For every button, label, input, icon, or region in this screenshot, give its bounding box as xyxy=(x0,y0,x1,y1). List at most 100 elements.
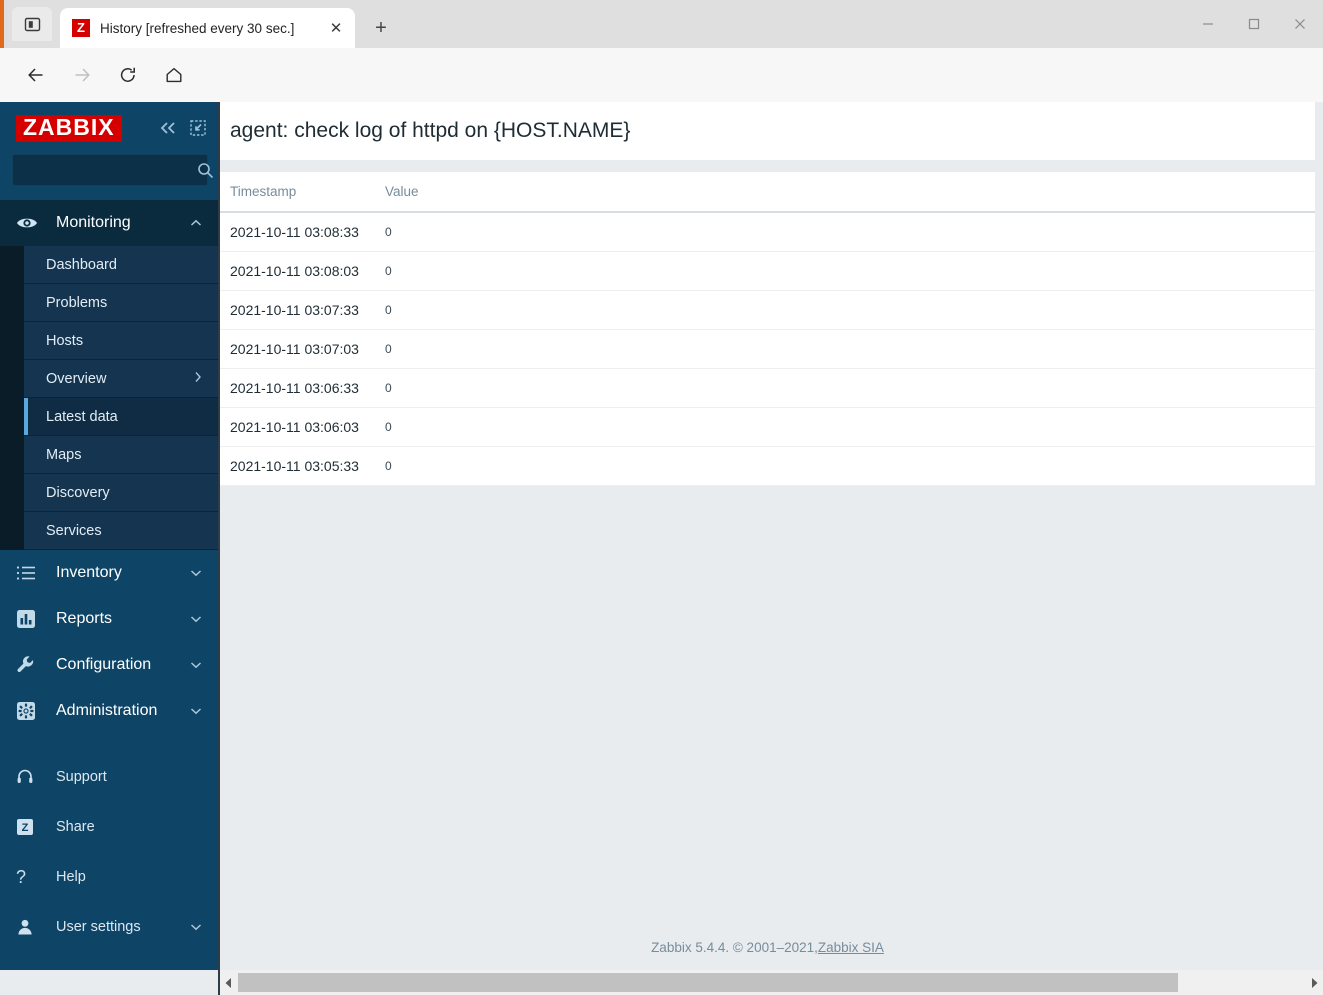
bar-chart-icon xyxy=(16,609,46,629)
sidebar-item-administration[interactable]: Administration xyxy=(0,688,220,734)
close-icon xyxy=(1295,19,1305,29)
chevron-up-icon xyxy=(190,214,202,232)
sidebar-item-user-settings[interactable]: User settings xyxy=(0,902,220,952)
table-row: 2021-10-11 03:08:33 0 xyxy=(220,212,1315,252)
cell-value: 0 xyxy=(375,368,1315,408)
scrollbar-track[interactable] xyxy=(238,970,1305,995)
reload-button[interactable] xyxy=(110,57,146,93)
table-row: 2021-10-11 03:07:33 0 xyxy=(220,290,1315,330)
sidebar-item-label: User settings xyxy=(56,919,141,935)
cell-timestamp: 2021-10-11 03:08:33 xyxy=(220,212,375,252)
sidebar-item-configuration[interactable]: Configuration xyxy=(0,642,220,688)
monitoring-submenu: Dashboard Problems Hosts Overview Latest… xyxy=(0,246,220,550)
table-body: 2021-10-11 03:08:33 0 2021-10-11 03:08:0… xyxy=(220,212,1315,486)
sidebar-collapse-controls xyxy=(158,120,206,136)
sidebar-item-label: Administration xyxy=(56,702,158,719)
column-header-value[interactable]: Value xyxy=(375,172,1315,213)
browser-window: Z History [refreshed every 30 sec.] ✕ + xyxy=(0,0,1323,995)
gear-icon xyxy=(16,701,46,721)
scrollbar-thumb[interactable] xyxy=(238,973,1178,992)
sidebar-item-label: Inventory xyxy=(56,564,122,581)
close-button[interactable] xyxy=(1277,0,1323,48)
cell-timestamp: 2021-10-11 03:07:33 xyxy=(220,290,375,330)
cell-value: 0 xyxy=(375,446,1315,486)
zabbix-z-icon: Z xyxy=(16,818,46,836)
sidebar-item-reports[interactable]: Reports xyxy=(0,596,220,642)
arrow-right-icon xyxy=(75,68,90,82)
collapse-sidebar-icon[interactable] xyxy=(158,120,178,136)
browser-tab[interactable]: Z History [refreshed every 30 sec.] ✕ xyxy=(60,8,355,48)
cell-value: 0 xyxy=(375,212,1315,252)
scroll-left-arrow-icon[interactable] xyxy=(220,970,238,995)
history-table: Timestamp Value 2021-10-11 03:08:33 0 20… xyxy=(220,172,1315,486)
tab-favicon-icon: Z xyxy=(72,19,90,37)
sidebar-item-label: Problems xyxy=(46,294,108,311)
table-row: 2021-10-11 03:06:33 0 xyxy=(220,368,1315,408)
svg-text:Z: Z xyxy=(22,822,29,834)
scroll-right-arrow-icon[interactable] xyxy=(1305,970,1323,995)
sidebar-item-label: Services xyxy=(46,522,102,539)
table-header-row: Timestamp Value xyxy=(220,172,1315,213)
minimize-button[interactable] xyxy=(1185,0,1231,48)
home-button[interactable] xyxy=(156,57,192,93)
search-icon[interactable] xyxy=(197,162,214,179)
minimize-icon xyxy=(1203,23,1213,25)
sidebar-item-hosts[interactable]: Hosts xyxy=(24,322,220,360)
eye-icon xyxy=(16,215,46,231)
tab-title: History [refreshed every 30 sec.] xyxy=(100,20,295,36)
sidebar-item-latest-data[interactable]: Latest data xyxy=(24,398,220,436)
chevron-down-icon xyxy=(190,610,202,628)
tab-close-icon[interactable]: ✕ xyxy=(325,17,347,39)
sidebar-item-dashboard[interactable]: Dashboard xyxy=(24,246,220,284)
sidebar-item-services[interactable]: Services xyxy=(24,512,220,550)
column-header-timestamp[interactable]: Timestamp xyxy=(220,172,375,213)
search-box[interactable] xyxy=(12,154,214,186)
chevron-right-icon xyxy=(194,371,202,387)
zabbix-sia-link[interactable]: Zabbix SIA xyxy=(818,940,884,955)
list-icon xyxy=(16,565,46,581)
sidebar-item-label: Help xyxy=(56,869,86,885)
new-tab-button[interactable]: + xyxy=(365,14,397,42)
sidebar-item-help[interactable]: ? Help xyxy=(0,852,220,902)
zabbix-logo[interactable]: ZABBIX xyxy=(16,114,122,142)
sidebar-item-overview[interactable]: Overview xyxy=(24,360,220,398)
horizontal-scrollbar[interactable] xyxy=(220,970,1323,995)
cell-timestamp: 2021-10-11 03:06:33 xyxy=(220,368,375,408)
sidebar-menu: Monitoring Dashboard Problems Hosts Over… xyxy=(0,200,220,734)
sidebar-item-support[interactable]: Support xyxy=(0,752,220,802)
sidebar-item-maps[interactable]: Maps xyxy=(24,436,220,474)
sidebar-item-label: Maps xyxy=(46,446,82,463)
sidebar-item-label: Discovery xyxy=(46,484,110,501)
back-button[interactable] xyxy=(18,57,54,93)
hide-sidebar-icon[interactable] xyxy=(190,120,206,136)
reload-icon xyxy=(120,67,135,82)
forward-button[interactable] xyxy=(64,57,100,93)
page-footer: Zabbix 5.4.4. © 2001–2021, Zabbix SIA xyxy=(220,924,1315,970)
sidebar-item-label: Reports xyxy=(56,610,113,627)
sidebar-header: ZABBIX xyxy=(0,102,220,154)
tab-list-button[interactable] xyxy=(12,7,52,41)
cell-value: 0 xyxy=(375,329,1315,369)
sidebar-item-monitoring[interactable]: Monitoring xyxy=(0,200,220,246)
person-icon xyxy=(16,918,46,936)
search-input[interactable] xyxy=(21,162,197,178)
sidebar-item-label: Overview xyxy=(46,370,107,387)
cell-value: 0 xyxy=(375,407,1315,447)
sidebar-item-discovery[interactable]: Discovery xyxy=(24,474,220,512)
chevron-down-icon xyxy=(190,656,202,674)
sidebar-item-share[interactable]: Z Share xyxy=(0,802,220,852)
browser-toolbar: 不安全 192.168.136.228/history.php?itemids%… xyxy=(0,48,1323,142)
headset-icon xyxy=(16,768,46,786)
sidebar-item-problems[interactable]: Problems xyxy=(24,284,220,322)
home-icon xyxy=(166,67,182,83)
sidebar-item-inventory[interactable]: Inventory xyxy=(0,550,220,596)
cell-value: 0 xyxy=(375,251,1315,291)
sidebar-item-label: Support xyxy=(56,769,107,785)
maximize-button[interactable] xyxy=(1231,0,1277,48)
sidebar-item-label: Dashboard xyxy=(46,256,117,273)
sidebar-item-label: Latest data xyxy=(46,408,118,425)
maximize-icon xyxy=(1248,18,1260,30)
sidebar-item-label: Monitoring xyxy=(56,214,131,231)
cell-timestamp: 2021-10-11 03:05:33 xyxy=(220,446,375,486)
table-row: 2021-10-11 03:06:03 0 xyxy=(220,407,1315,447)
